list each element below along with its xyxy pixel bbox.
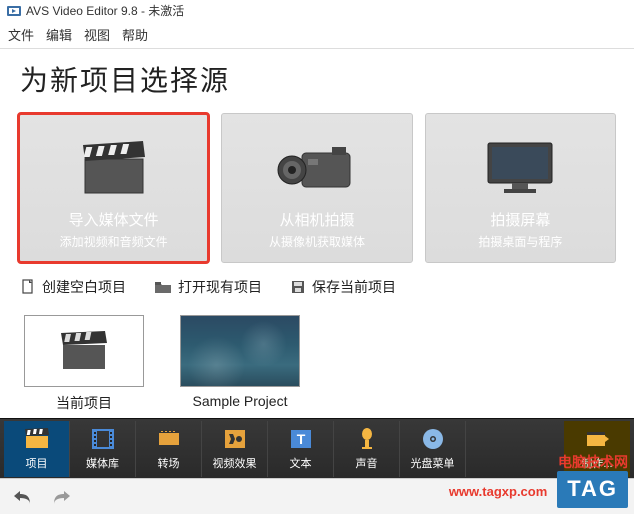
menu-view[interactable]: 视图 [84,25,110,44]
source-title: 导入媒体文件 [69,209,159,230]
action-create-blank[interactable]: 创建空白项目 [20,277,126,297]
action-save-project[interactable]: 保存当前项目 [290,277,396,297]
svg-text:T: T [296,431,305,447]
source-title: 从相机拍摄 [279,209,354,230]
tab-project[interactable]: 项目 [4,421,70,477]
watermark-tag: TAG [557,471,628,508]
disc-icon [421,426,445,452]
source-from-camera[interactable]: 从相机拍摄 从摄像机获取媒体 [221,113,412,263]
doc-new-icon [20,279,36,295]
actions-row: 创建空白项目 打开现有项目 保存当前项目 [0,263,634,311]
watermark-line2: www.tagxp.com [449,484,547,499]
source-title: 拍摄屏幕 [490,209,550,230]
folder-icon [154,279,172,295]
clapper-small-icon [24,426,50,452]
projects-row: 当前项目 Sample Project [0,311,634,423]
menu-file[interactable]: 文件 [8,25,34,44]
source-subtitle: 从摄像机获取媒体 [269,233,365,250]
project-current[interactable]: 当前项目 [24,315,144,413]
menu-help[interactable]: 帮助 [122,25,148,44]
camera-icon [274,124,360,209]
action-label: 保存当前项目 [312,277,396,297]
produce-icon [585,426,609,452]
tab-label: 声音 [356,455,378,471]
filmstrip-icon [91,426,115,452]
watermark: 电脑技术网 www.tagxp.com TAG [449,453,628,508]
transition-icon [157,426,181,452]
source-row: 导入媒体文件 添加视频和音频文件 从相机拍摄 从摄像机获取媒体 拍摄屏幕 拍摄桌… [0,113,634,263]
tab-transitions[interactable]: 转场 [136,421,202,477]
mic-icon [356,426,378,452]
tab-label: 转场 [158,455,180,471]
text-icon: T [289,426,313,452]
tab-media-library[interactable]: 媒体库 [70,421,136,477]
watermark-line1: 电脑技术网 [449,453,628,471]
tab-label: 视频效果 [213,455,257,471]
menubar: 文件 编辑 视图 帮助 [0,21,634,49]
tab-video-effects[interactable]: 视频效果 [202,421,268,477]
tab-label: 项目 [26,455,48,471]
titlebar-text: AVS Video Editor 9.8 - 未激活 [26,2,184,19]
source-capture-screen[interactable]: 拍摄屏幕 拍摄桌面与程序 [425,113,616,263]
source-import-media[interactable]: 导入媒体文件 添加视频和音频文件 [18,113,209,263]
project-thumb-clapper [24,315,144,387]
action-label: 创建空白项目 [42,277,126,297]
source-subtitle: 拍摄桌面与程序 [478,233,562,250]
project-label: 当前项目 [56,393,112,413]
project-label: Sample Project [193,393,288,409]
tab-label: 媒体库 [86,455,119,471]
source-subtitle: 添加视频和音频文件 [60,233,168,250]
tab-label: 文本 [290,455,312,471]
menu-edit[interactable]: 编辑 [46,25,72,44]
save-icon [290,279,306,295]
fx-icon [223,426,247,452]
action-open-project[interactable]: 打开现有项目 [154,277,262,297]
titlebar: AVS Video Editor 9.8 - 未激活 [0,0,634,21]
clapperboard-icon [79,124,149,209]
undo-icon[interactable] [12,488,34,506]
page-heading: 为新项目选择源 [0,49,634,113]
project-sample[interactable]: Sample Project [180,315,300,413]
app-icon [6,3,22,19]
tab-sound[interactable]: 声音 [334,421,400,477]
tab-text[interactable]: T 文本 [268,421,334,477]
redo-icon[interactable] [50,488,72,506]
monitor-icon [480,124,560,209]
project-thumb-image [180,315,300,387]
action-label: 打开现有项目 [178,277,262,297]
